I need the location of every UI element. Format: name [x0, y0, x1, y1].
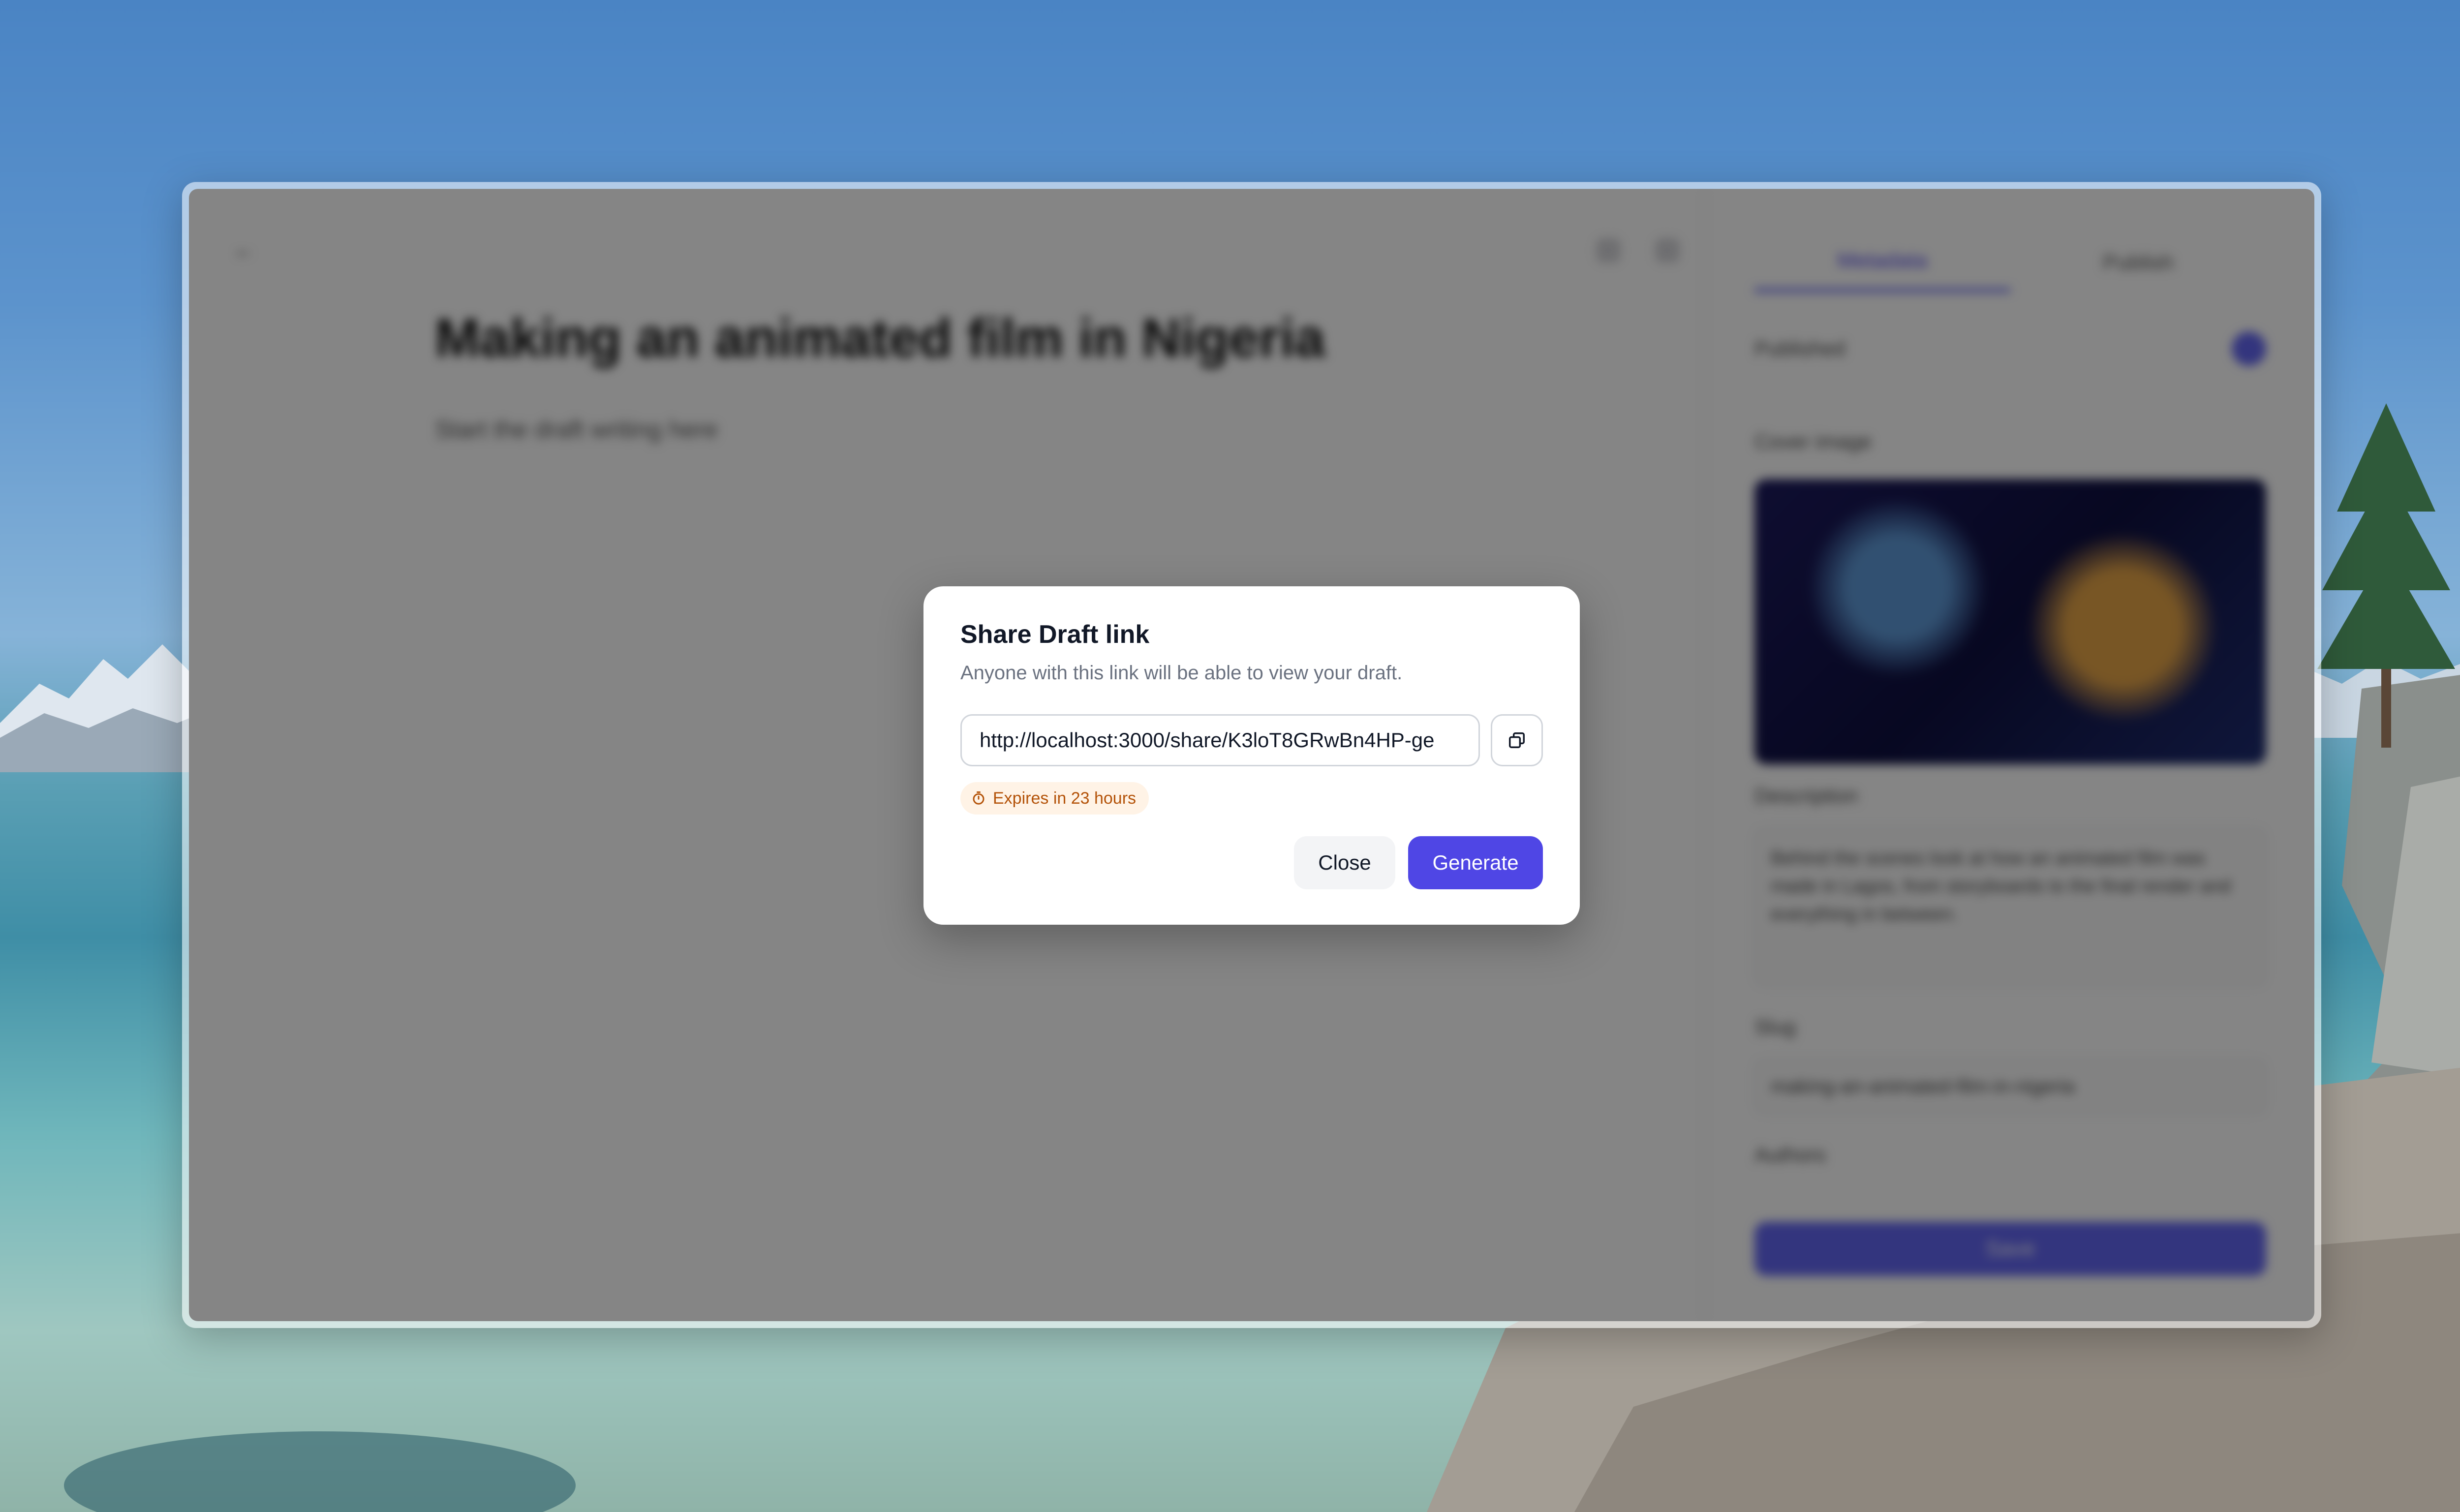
timer-icon	[973, 791, 984, 805]
copy-icon	[1509, 732, 1525, 748]
dialog-title: Share Draft link	[960, 620, 1150, 649]
generate-button[interactable]: Generate	[1408, 836, 1543, 889]
expiry-text: Expires in 23 hours	[993, 788, 1137, 808]
dialog-description: Anyone with this link will be able to vi…	[960, 662, 1403, 684]
underwater-rock	[64, 1431, 576, 1512]
close-button[interactable]: Close	[1294, 836, 1395, 889]
share-draft-dialog: Share Draft link Anyone with this link w…	[923, 586, 1580, 925]
copy-button[interactable]	[1491, 714, 1543, 766]
share-link-input[interactable]	[960, 714, 1480, 766]
pine-tree	[2317, 403, 2455, 748]
expiry-badge: Expires in 23 hours	[960, 782, 1149, 815]
